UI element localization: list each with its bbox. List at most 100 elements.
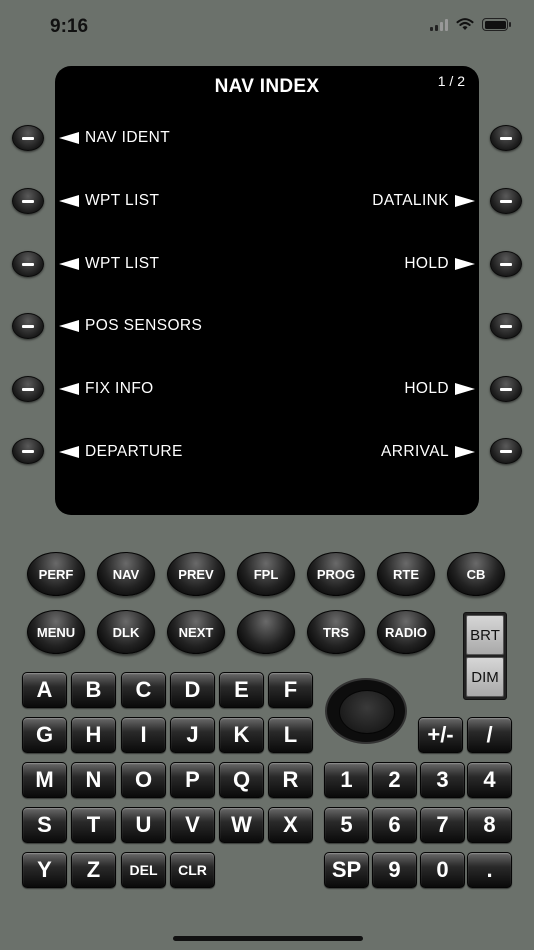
key-g[interactable]: G xyxy=(22,717,67,753)
key-v[interactable]: V xyxy=(170,807,215,843)
key-k[interactable]: K xyxy=(219,717,264,753)
key-6[interactable]: 6 xyxy=(372,807,417,843)
slash-key[interactable]: / xyxy=(467,717,512,753)
dot-key[interactable]: . xyxy=(467,852,512,888)
lsk-left-2[interactable] xyxy=(12,188,44,214)
page-number: 1 / 2 xyxy=(437,73,465,89)
cellular-signal-icon xyxy=(430,18,448,31)
dim-button[interactable]: DIM xyxy=(466,657,504,697)
lsk-left-3[interactable] xyxy=(12,251,44,277)
key-4[interactable]: 4 xyxy=(467,762,512,798)
left-line-1: NAV IDENT xyxy=(59,129,170,147)
key-t[interactable]: T xyxy=(71,807,116,843)
lsk-left-5[interactable] xyxy=(12,376,44,402)
wifi-icon xyxy=(456,18,474,30)
fpl-button[interactable]: FPL xyxy=(237,552,295,596)
key-a[interactable]: A xyxy=(22,672,67,708)
perf-button[interactable]: PERF xyxy=(27,552,85,596)
next-button[interactable]: NEXT xyxy=(167,610,225,654)
key-b[interactable]: B xyxy=(71,672,116,708)
key-9[interactable]: 9 xyxy=(372,852,417,888)
battery-icon xyxy=(482,18,511,31)
key-o[interactable]: O xyxy=(121,762,166,798)
cb-button[interactable]: CB xyxy=(447,552,505,596)
left-line-3: WPT LIST xyxy=(59,255,159,273)
key-3[interactable]: 3 xyxy=(420,762,465,798)
lsk-right-3[interactable] xyxy=(490,251,522,277)
home-indicator[interactable] xyxy=(173,936,363,941)
key-s[interactable]: S xyxy=(22,807,67,843)
key-r[interactable]: R xyxy=(268,762,313,798)
lsk-left-1[interactable] xyxy=(12,125,44,151)
trs-button[interactable]: TRS xyxy=(307,610,365,654)
key-u[interactable]: U xyxy=(121,807,166,843)
key-d[interactable]: D xyxy=(170,672,215,708)
left-arrow-icon xyxy=(59,195,79,207)
right-arrow-icon xyxy=(455,195,475,207)
left-arrow-icon xyxy=(59,258,79,270)
right-arrow-icon xyxy=(455,446,475,458)
lsk-right-2[interactable] xyxy=(490,188,522,214)
key-1[interactable]: 1 xyxy=(324,762,369,798)
left-arrow-icon xyxy=(59,383,79,395)
lsk-right-4[interactable] xyxy=(490,313,522,339)
lsk-right-5[interactable] xyxy=(490,376,522,402)
cdu-display: NAV INDEX 1 / 2 NAV IDENT WPT LIST WPT L… xyxy=(55,66,479,515)
left-line-6: DEPARTURE xyxy=(59,443,183,461)
blank-button[interactable] xyxy=(237,610,295,654)
prog-button[interactable]: PROG xyxy=(307,552,365,596)
right-line-3: HOLD xyxy=(404,255,475,273)
key-m[interactable]: M xyxy=(22,762,67,798)
key-p[interactable]: P xyxy=(170,762,215,798)
status-icons xyxy=(430,18,511,31)
lsk-right-6[interactable] xyxy=(490,438,522,464)
right-arrow-icon xyxy=(455,258,475,270)
page-title: NAV INDEX xyxy=(214,76,320,97)
key-z[interactable]: Z xyxy=(71,852,116,888)
clear-key[interactable]: CLR xyxy=(170,852,215,888)
dlk-button[interactable]: DLK xyxy=(97,610,155,654)
key-w[interactable]: W xyxy=(219,807,264,843)
right-line-6: ARRIVAL xyxy=(381,443,475,461)
left-line-5: FIX INFO xyxy=(59,380,154,398)
lsk-left-4[interactable] xyxy=(12,313,44,339)
right-arrow-icon xyxy=(455,383,475,395)
knob-center xyxy=(339,690,395,734)
key-5[interactable]: 5 xyxy=(324,807,369,843)
key-j[interactable]: J xyxy=(170,717,215,753)
rte-button[interactable]: RTE xyxy=(377,552,435,596)
left-arrow-icon xyxy=(59,320,79,332)
brt-button[interactable]: BRT xyxy=(466,615,504,655)
brightness-control: BRT DIM xyxy=(463,612,507,700)
key-x[interactable]: X xyxy=(268,807,313,843)
key-l[interactable]: L xyxy=(268,717,313,753)
nav-button[interactable]: NAV xyxy=(97,552,155,596)
left-arrow-icon xyxy=(59,132,79,144)
right-line-5: HOLD xyxy=(404,380,475,398)
rotary-knob[interactable] xyxy=(325,678,407,744)
menu-button[interactable]: MENU xyxy=(27,610,85,654)
key-f[interactable]: F xyxy=(268,672,313,708)
space-key[interactable]: SP xyxy=(324,852,369,888)
lsk-left-6[interactable] xyxy=(12,438,44,464)
key-y[interactable]: Y xyxy=(22,852,67,888)
key-0[interactable]: 0 xyxy=(420,852,465,888)
key-8[interactable]: 8 xyxy=(467,807,512,843)
lsk-right-1[interactable] xyxy=(490,125,522,151)
key-n[interactable]: N xyxy=(71,762,116,798)
key-2[interactable]: 2 xyxy=(372,762,417,798)
delete-key[interactable]: DEL xyxy=(121,852,166,888)
key-7[interactable]: 7 xyxy=(420,807,465,843)
right-line-2: DATALINK xyxy=(372,192,475,210)
key-q[interactable]: Q xyxy=(219,762,264,798)
key-i[interactable]: I xyxy=(121,717,166,753)
key-h[interactable]: H xyxy=(71,717,116,753)
left-line-2: WPT LIST xyxy=(59,192,159,210)
left-line-4: POS SENSORS xyxy=(59,317,202,335)
key-c[interactable]: C xyxy=(121,672,166,708)
plus-minus-key[interactable]: +/- xyxy=(418,717,463,753)
key-e[interactable]: E xyxy=(219,672,264,708)
radio-button[interactable]: RADIO xyxy=(377,610,435,654)
left-arrow-icon xyxy=(59,446,79,458)
prev-button[interactable]: PREV xyxy=(167,552,225,596)
